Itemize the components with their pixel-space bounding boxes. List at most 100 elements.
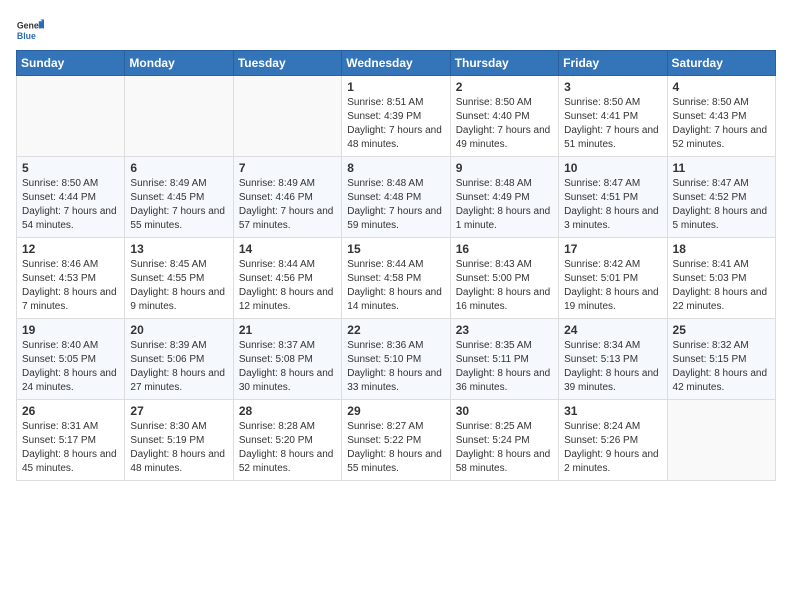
day-number: 14 [239,242,336,256]
weekday-header-monday: Monday [125,51,233,76]
calendar-cell: 27Sunrise: 8:30 AM Sunset: 5:19 PM Dayli… [125,400,233,481]
calendar-cell: 21Sunrise: 8:37 AM Sunset: 5:08 PM Dayli… [233,319,341,400]
day-number: 25 [673,323,770,337]
day-number: 21 [239,323,336,337]
day-number: 24 [564,323,661,337]
day-number: 27 [130,404,227,418]
day-number: 19 [22,323,119,337]
calendar-week-row: 26 Sunrise: 8:31 AM Sunset: 5:17 PM Dayli… [17,400,776,481]
calendar-cell: 31Sunrise: 8:24 AM Sunset: 5:26 PM Dayli… [559,400,667,481]
day-info: Sunrise: 8:50 AM Sunset: 4:43 PM Dayligh… [673,96,770,152]
calendar-cell: 13Sunrise: 8:45 AM Sunset: 4:55 PM Dayli… [125,238,233,319]
day-info: Sunrise: 8:50 AM Sunset: 4:44 PM Dayligh… [22,177,119,233]
day-number: 26 [22,404,119,418]
day-number: 18 [673,242,770,256]
day-number: 29 [347,404,444,418]
day-info: Sunrise: 8:40 AM Sunset: 5:05 PM Dayligh… [22,339,119,395]
day-info: Sunrise: 8:49 AM Sunset: 4:46 PM Dayligh… [239,177,336,233]
day-info: Sunrise: 8:24 AM Sunset: 5:26 PM Dayligh… [564,420,661,476]
main-container: General Blue SundayMondayTuesdayWednesda… [0,0,792,491]
day-number: 23 [456,323,553,337]
logo: General Blue [16,16,48,44]
calendar-cell: 8 Sunrise: 8:48 AM Sunset: 4:48 PM Daylig… [342,157,450,238]
calendar-week-row: 5 Sunrise: 8:50 AM Sunset: 4:44 PM Daylig… [17,157,776,238]
day-number: 16 [456,242,553,256]
calendar-cell: 14 Sunrise: 8:44 AM Sunset: 4:56 PM Dayli… [233,238,341,319]
calendar-cell: 29 Sunrise: 8:27 AM Sunset: 5:22 PM Dayli… [342,400,450,481]
day-number: 30 [456,404,553,418]
calendar-cell [233,76,341,157]
calendar-cell: 12 Sunrise: 8:46 AM Sunset: 4:53 PM Dayli… [17,238,125,319]
weekday-header-sunday: Sunday [17,51,125,76]
calendar-cell: 6 Sunrise: 8:49 AM Sunset: 4:45 PM Daylig… [125,157,233,238]
day-number: 11 [673,161,770,175]
calendar-cell [17,76,125,157]
calendar-cell: 20 Sunrise: 8:39 AM Sunset: 5:06 PM Dayli… [125,319,233,400]
day-info: Sunrise: 8:35 AM Sunset: 5:11 PM Dayligh… [456,339,553,395]
day-info: Sunrise: 8:44 AM Sunset: 4:56 PM Dayligh… [239,258,336,314]
day-info: Sunrise: 8:34 AM Sunset: 5:13 PM Dayligh… [564,339,661,395]
calendar-cell: 16 Sunrise: 8:43 AM Sunset: 5:00 PM Dayli… [450,238,558,319]
day-info: Sunrise: 8:47 AM Sunset: 4:51 PM Dayligh… [564,177,661,233]
logo-icon: General Blue [16,16,44,44]
calendar-cell: 9Sunrise: 8:48 AM Sunset: 4:49 PM Daylig… [450,157,558,238]
day-info: Sunrise: 8:50 AM Sunset: 4:40 PM Dayligh… [456,96,553,152]
day-number: 5 [22,161,119,175]
day-info: Sunrise: 8:39 AM Sunset: 5:06 PM Dayligh… [130,339,227,395]
calendar-table: SundayMondayTuesdayWednesdayThursdayFrid… [16,50,776,481]
calendar-cell [667,400,775,481]
calendar-cell: 24 Sunrise: 8:34 AM Sunset: 5:13 PM Dayli… [559,319,667,400]
day-number: 3 [564,80,661,94]
weekday-header-wednesday: Wednesday [342,51,450,76]
day-info: Sunrise: 8:47 AM Sunset: 4:52 PM Dayligh… [673,177,770,233]
calendar-cell: 7 Sunrise: 8:49 AM Sunset: 4:46 PM Daylig… [233,157,341,238]
day-number: 8 [347,161,444,175]
calendar-cell: 15 Sunrise: 8:44 AM Sunset: 4:58 PM Dayli… [342,238,450,319]
day-info: Sunrise: 8:43 AM Sunset: 5:00 PM Dayligh… [456,258,553,314]
day-info: Sunrise: 8:36 AM Sunset: 5:10 PM Dayligh… [347,339,444,395]
calendar-cell: 17 Sunrise: 8:42 AM Sunset: 5:01 PM Dayli… [559,238,667,319]
day-info: Sunrise: 8:27 AM Sunset: 5:22 PM Dayligh… [347,420,444,476]
day-info: Sunrise: 8:25 AM Sunset: 5:24 PM Dayligh… [456,420,553,476]
day-info: Sunrise: 8:44 AM Sunset: 4:58 PM Dayligh… [347,258,444,314]
day-number: 7 [239,161,336,175]
calendar-cell: 22Sunrise: 8:36 AM Sunset: 5:10 PM Dayli… [342,319,450,400]
day-number: 12 [22,242,119,256]
weekday-header-tuesday: Tuesday [233,51,341,76]
calendar-cell: 1Sunrise: 8:51 AM Sunset: 4:39 PM Daylig… [342,76,450,157]
day-info: Sunrise: 8:45 AM Sunset: 4:55 PM Dayligh… [130,258,227,314]
day-info: Sunrise: 8:48 AM Sunset: 4:49 PM Dayligh… [456,177,553,233]
day-number: 2 [456,80,553,94]
day-info: Sunrise: 8:41 AM Sunset: 5:03 PM Dayligh… [673,258,770,314]
day-number: 10 [564,161,661,175]
calendar-cell [125,76,233,157]
day-info: Sunrise: 8:49 AM Sunset: 4:45 PM Dayligh… [130,177,227,233]
day-number: 4 [673,80,770,94]
day-info: Sunrise: 8:50 AM Sunset: 4:41 PM Dayligh… [564,96,661,152]
calendar-cell: 5 Sunrise: 8:50 AM Sunset: 4:44 PM Daylig… [17,157,125,238]
calendar-week-row: 19 Sunrise: 8:40 AM Sunset: 5:05 PM Dayli… [17,319,776,400]
day-number: 17 [564,242,661,256]
calendar-week-row: 12 Sunrise: 8:46 AM Sunset: 4:53 PM Dayli… [17,238,776,319]
day-number: 6 [130,161,227,175]
day-info: Sunrise: 8:31 AM Sunset: 5:17 PM Dayligh… [22,420,119,476]
weekday-header-thursday: Thursday [450,51,558,76]
calendar-cell: 18 Sunrise: 8:41 AM Sunset: 5:03 PM Dayli… [667,238,775,319]
calendar-cell: 3 Sunrise: 8:50 AM Sunset: 4:41 PM Daylig… [559,76,667,157]
day-info: Sunrise: 8:46 AM Sunset: 4:53 PM Dayligh… [22,258,119,314]
weekday-header-friday: Friday [559,51,667,76]
header: General Blue [16,16,776,44]
calendar-cell: 10 Sunrise: 8:47 AM Sunset: 4:51 PM Dayli… [559,157,667,238]
svg-text:Blue: Blue [17,31,36,41]
day-info: Sunrise: 8:32 AM Sunset: 5:15 PM Dayligh… [673,339,770,395]
day-number: 15 [347,242,444,256]
weekday-header-saturday: Saturday [667,51,775,76]
day-info: Sunrise: 8:42 AM Sunset: 5:01 PM Dayligh… [564,258,661,314]
calendar-cell: 30 Sunrise: 8:25 AM Sunset: 5:24 PM Dayli… [450,400,558,481]
day-number: 20 [130,323,227,337]
weekday-header-row: SundayMondayTuesdayWednesdayThursdayFrid… [17,51,776,76]
day-number: 28 [239,404,336,418]
day-info: Sunrise: 8:48 AM Sunset: 4:48 PM Dayligh… [347,177,444,233]
day-info: Sunrise: 8:28 AM Sunset: 5:20 PM Dayligh… [239,420,336,476]
calendar-cell: 19 Sunrise: 8:40 AM Sunset: 5:05 PM Dayli… [17,319,125,400]
